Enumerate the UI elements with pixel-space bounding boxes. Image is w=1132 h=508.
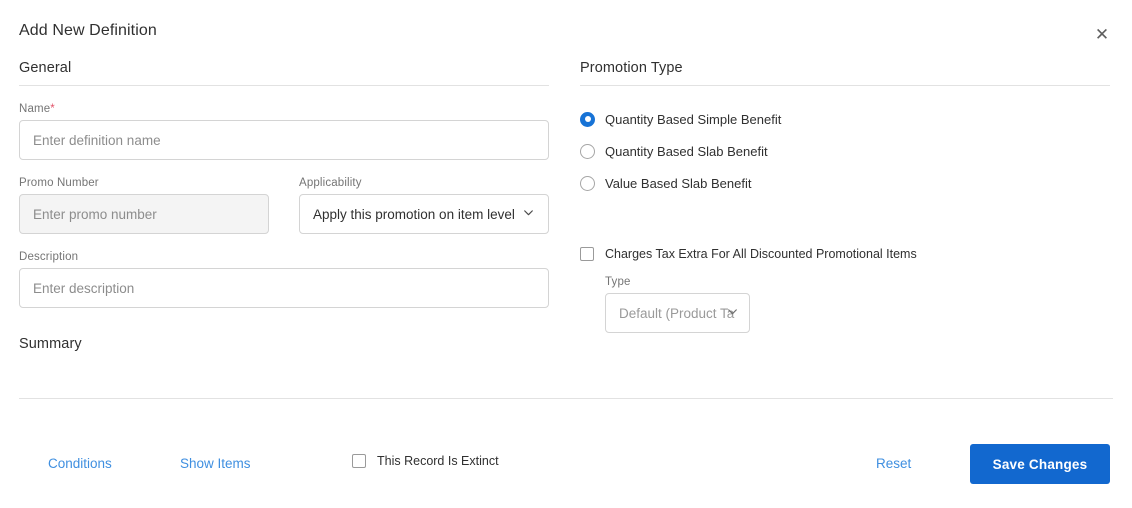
charges-tax-extra-checkbox[interactable]: Charges Tax Extra For All Discounted Pro… <box>580 247 1110 261</box>
tax-checkbox-group: Charges Tax Extra For All Discounted Pro… <box>580 247 1110 333</box>
radio-label: Value Based Slab Benefit <box>605 175 752 191</box>
show-items-button[interactable]: Show Items <box>180 456 251 471</box>
radio-icon-selected <box>580 111 595 127</box>
chevron-down-icon <box>522 206 535 222</box>
promotion-type-divider <box>580 85 1110 86</box>
general-heading: General <box>19 60 72 76</box>
radio-icon <box>580 175 595 191</box>
checkbox-icon <box>580 247 594 261</box>
reset-button[interactable]: Reset <box>876 456 911 471</box>
general-divider <box>19 85 549 86</box>
required-asterisk: * <box>50 103 55 115</box>
description-input[interactable] <box>19 268 549 308</box>
page-title: Add New Definition <box>19 22 157 39</box>
radio-option-value-slab[interactable]: Value Based Slab Benefit <box>580 167 1110 199</box>
charges-tax-extra-label: Charges Tax Extra For All Discounted Pro… <box>605 247 917 261</box>
chevron-down-icon <box>726 305 739 321</box>
name-label-text: Name <box>19 103 51 115</box>
promo-applicability-row: Promo Number Applicability Apply this pr… <box>19 177 549 234</box>
conditions-button[interactable]: Conditions <box>48 456 112 471</box>
name-field-group: Name* <box>19 103 549 160</box>
promo-number-label: Promo Number <box>19 177 99 189</box>
close-icon[interactable]: ✕ <box>1090 22 1114 46</box>
name-input[interactable] <box>19 120 549 160</box>
type-selected-value: Default (Product Ta <box>619 305 735 321</box>
radio-option-quantity-slab[interactable]: Quantity Based Slab Benefit <box>580 135 1110 167</box>
checkbox-icon <box>352 454 366 468</box>
type-select[interactable]: Default (Product Ta <box>605 293 750 333</box>
promotion-type-section: Promotion Type Quantity Based Simple Ben… <box>580 60 1110 333</box>
record-extinct-label: This Record Is Extinct <box>377 454 499 468</box>
radio-icon <box>580 143 595 159</box>
applicability-field-group: Applicability Apply this promotion on it… <box>299 177 549 234</box>
description-field-group: Description <box>19 251 549 308</box>
general-section: General Name* Promo Number Applicability… <box>19 60 549 352</box>
name-label: Name* <box>19 103 549 115</box>
promo-number-input[interactable] <box>19 194 269 234</box>
radio-option-quantity-simple[interactable]: Quantity Based Simple Benefit <box>580 103 1110 135</box>
dialog-body: General Name* Promo Number Applicability… <box>0 60 1132 398</box>
promotion-type-radio-group: Quantity Based Simple Benefit Quantity B… <box>580 103 1110 199</box>
applicability-label: Applicability <box>299 177 362 189</box>
radio-label: Quantity Based Simple Benefit <box>605 111 782 127</box>
promo-number-field-group: Promo Number <box>19 177 269 234</box>
promotion-type-heading: Promotion Type <box>580 60 683 76</box>
radio-label: Quantity Based Slab Benefit <box>605 143 768 159</box>
applicability-select[interactable]: Apply this promotion on item level <box>299 194 549 234</box>
type-field-group: Type Default (Product Ta <box>605 276 750 333</box>
record-extinct-checkbox[interactable]: This Record Is Extinct <box>352 454 499 468</box>
summary-heading: Summary <box>19 336 82 352</box>
dialog-footer: Conditions Show Items This Record Is Ext… <box>0 399 1132 508</box>
description-label: Description <box>19 251 79 263</box>
save-changes-button[interactable]: Save Changes <box>970 444 1110 484</box>
applicability-selected-value: Apply this promotion on item level <box>313 206 515 222</box>
type-label: Type <box>605 276 631 288</box>
